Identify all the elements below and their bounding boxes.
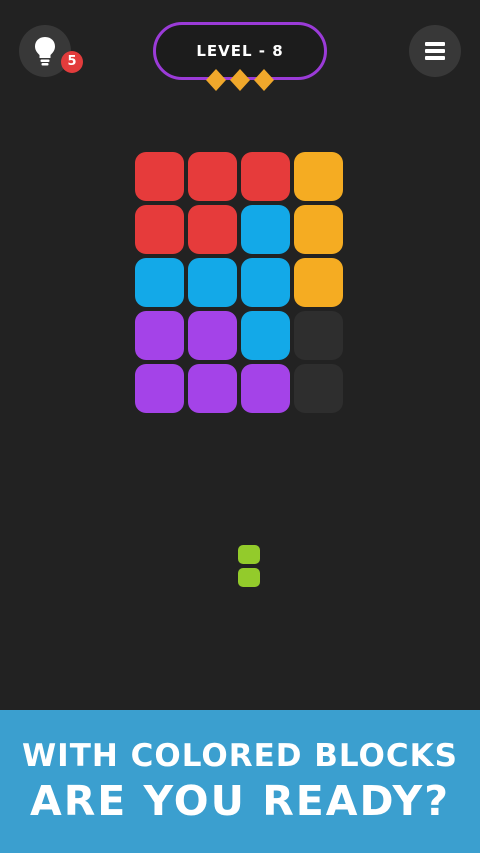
banner-line-1: WITH COLORED BLOCKS [21, 738, 459, 774]
block-cell [241, 205, 290, 254]
block-cell [188, 152, 237, 201]
piece-block [238, 545, 260, 564]
block-cell [188, 364, 237, 413]
game-board[interactable] [135, 152, 346, 414]
block-cell [188, 258, 237, 307]
lightbulb-icon [35, 37, 55, 66]
block-cell [294, 152, 343, 201]
block-cell [135, 205, 184, 254]
empty-cell[interactable] [294, 311, 343, 360]
promo-banner: WITH COLORED BLOCKS ARE YOU READY? [0, 710, 480, 853]
block-cell [241, 258, 290, 307]
block-cell [241, 364, 290, 413]
block-cell [241, 311, 290, 360]
block-cell [188, 205, 237, 254]
star-icon [206, 69, 226, 91]
menu-button[interactable] [409, 25, 461, 77]
block-cell [241, 152, 290, 201]
hint-count-badge: 5 [61, 51, 83, 73]
block-cell [135, 311, 184, 360]
empty-cell[interactable] [294, 364, 343, 413]
block-cell [294, 258, 343, 307]
star-icon [230, 69, 250, 91]
block-cell [188, 311, 237, 360]
star-icon [254, 69, 274, 91]
block-cell [135, 364, 184, 413]
level-label: LEVEL - 8 [196, 42, 284, 60]
block-cell [135, 258, 184, 307]
block-cell [135, 152, 184, 201]
banner-line-2: ARE YOU READY? [29, 777, 451, 825]
draggable-piece[interactable] [238, 545, 260, 587]
block-cell [294, 205, 343, 254]
level-stars [206, 69, 274, 91]
piece-block [238, 568, 260, 587]
